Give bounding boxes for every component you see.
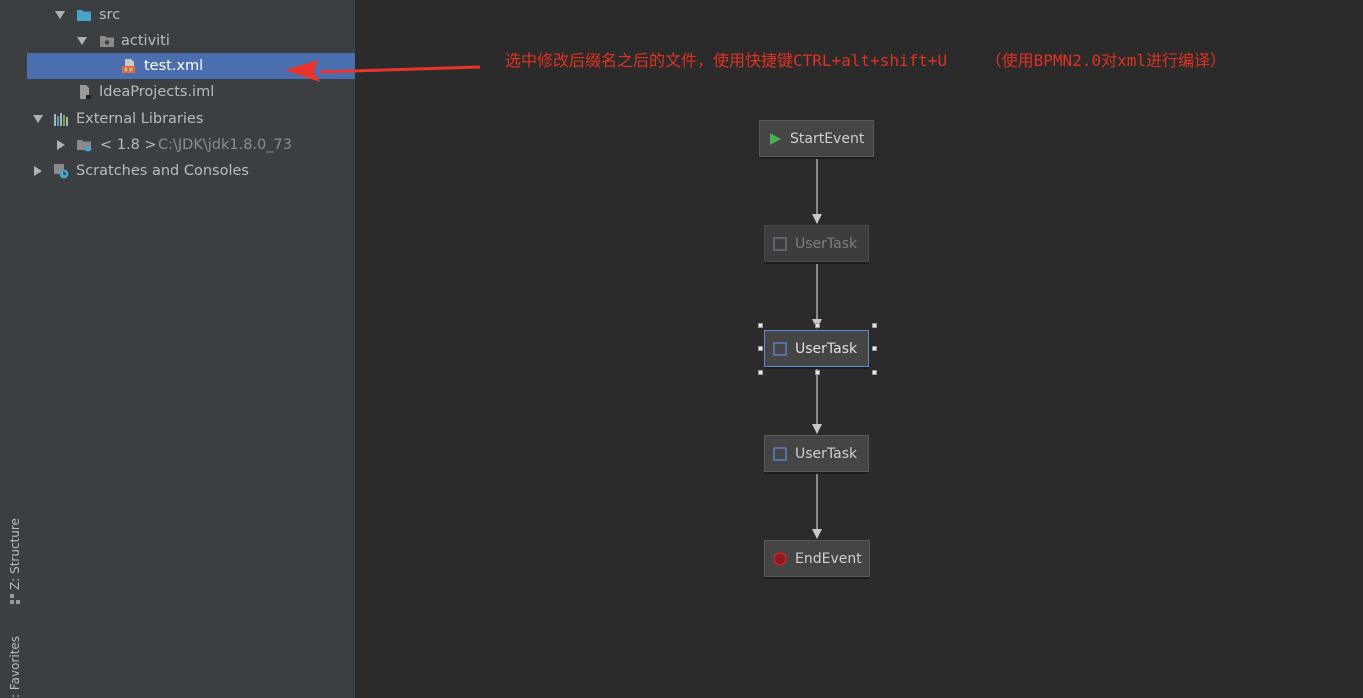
resize-handle[interactable]: [758, 346, 763, 351]
annotation-text: 选中修改后缀名之后的文件，使用快捷键CTRL+alt+shift+U （使用BP…: [505, 51, 1226, 70]
resize-handle[interactable]: [872, 370, 877, 375]
resize-handle[interactable]: [815, 370, 820, 375]
user-task-icon: [773, 236, 787, 251]
node-label: UserTask: [795, 235, 858, 252]
user-task-node-1[interactable]: UserTask: [764, 225, 869, 262]
node-label: UserTask: [795, 340, 858, 357]
node-label: UserTask: [795, 445, 858, 462]
start-event-node[interactable]: StartEvent: [759, 120, 874, 157]
user-task-icon: [773, 341, 787, 356]
resize-handle[interactable]: [872, 323, 877, 328]
resize-handle[interactable]: [758, 370, 763, 375]
user-task-icon: [773, 446, 787, 461]
user-task-node-3[interactable]: UserTask: [764, 435, 869, 472]
end-event-node[interactable]: EndEvent: [764, 540, 870, 577]
resize-handle[interactable]: [872, 346, 877, 351]
resize-handle[interactable]: [758, 323, 763, 328]
annotation-arrow: [285, 60, 481, 82]
node-label: EndEvent: [795, 550, 862, 567]
diagram-connectors: [285, 60, 822, 539]
resize-handle[interactable]: [815, 323, 820, 328]
end-event-icon: [773, 551, 787, 566]
user-task-node-2[interactable]: UserTask: [764, 330, 869, 367]
start-event-icon: [770, 132, 781, 145]
node-label: StartEvent: [790, 130, 865, 147]
